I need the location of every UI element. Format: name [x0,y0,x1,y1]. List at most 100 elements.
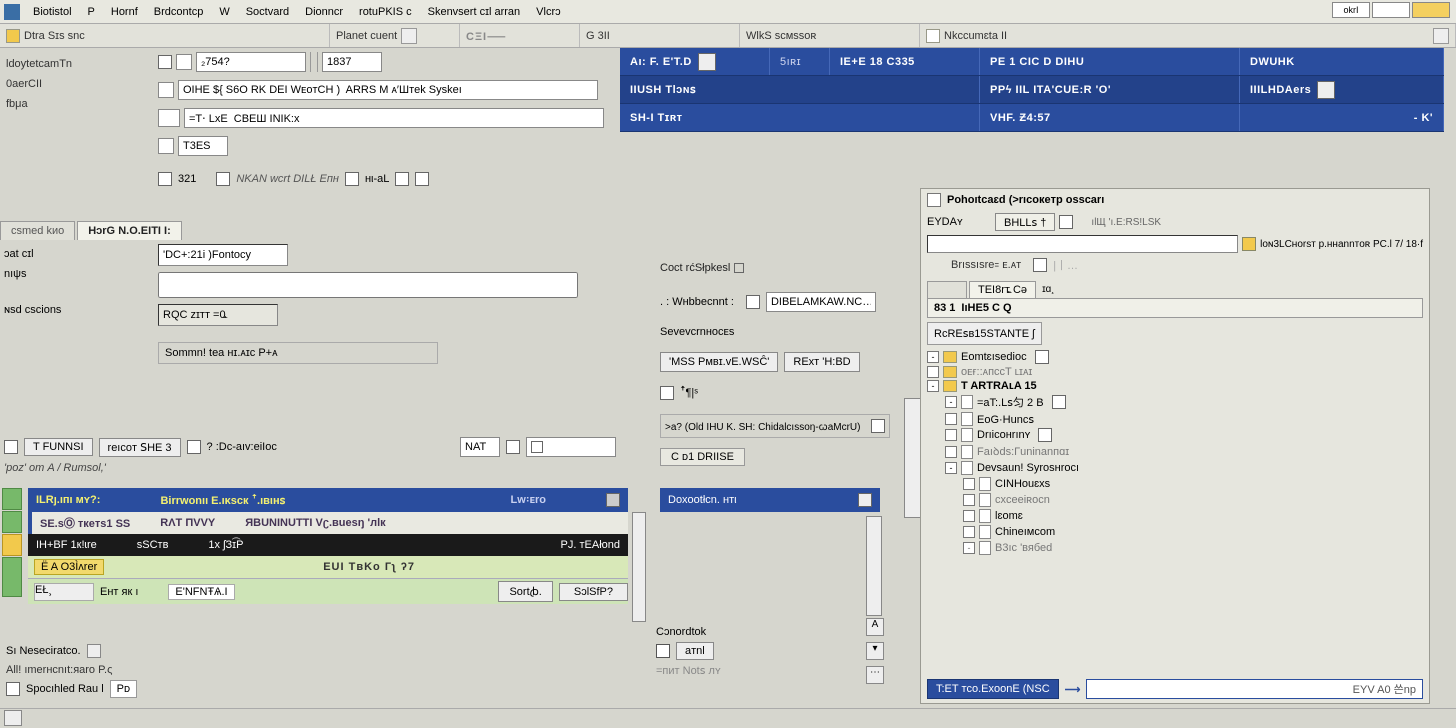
tree-node-extra-icon[interactable] [1035,350,1049,364]
form-icon-d[interactable] [158,109,180,127]
expander-icon[interactable] [963,478,975,490]
expander-icon[interactable] [945,429,957,441]
mini-button-2[interactable] [1372,2,1410,18]
ll-icon-2[interactable] [187,440,201,454]
btn-rext[interactable]: RExт 'H:ВD [784,352,859,372]
rail-yellow-1[interactable] [2,534,22,556]
expander-icon[interactable]: - [945,396,957,408]
expander-icon[interactable] [927,366,939,378]
tree-node-8[interactable]: CINHouɛxs [927,476,1423,492]
folder-icon-2[interactable] [1242,237,1256,251]
expander-icon[interactable]: - [963,542,975,554]
tree-node-extra-icon[interactable] [1038,428,1052,442]
menu-item-9[interactable]: Vlcrɔ [529,4,567,20]
expander-icon[interactable] [963,510,975,522]
field-4[interactable] [184,108,604,128]
ll-icon-1[interactable] [4,440,18,454]
solsfp-button[interactable]: SɔlSfP? [559,583,628,601]
dropdown-cost[interactable]: Cᴏᴄt rćSłрkesl [660,258,744,278]
tab-chemed[interactable]: csmed kиo [0,221,75,240]
ll-icon-3[interactable] [506,440,520,454]
field-5[interactable] [178,136,228,156]
rail-green-3[interactable] [2,557,22,597]
font-icon[interactable]: A [866,618,884,636]
expander-icon[interactable]: - [945,462,957,474]
rp-search-box[interactable] [927,235,1238,253]
path-browse-icon[interactable] [871,419,885,433]
menu-item-7[interactable]: rotuPKIS ᴄ [352,4,419,20]
rail-green-1[interactable] [2,488,22,510]
expander-icon[interactable] [963,526,975,538]
status-pg[interactable]: Pᴅ [110,680,137,698]
hdr-r1-icon[interactable] [698,53,716,71]
lt-icon-2[interactable] [216,172,230,186]
folder-icon[interactable] [6,29,20,43]
field-2[interactable] [322,52,382,72]
field-1[interactable] [196,52,306,72]
tree-node-0[interactable]: -Eomtɛısedioc [927,349,1423,365]
tree-node-1[interactable]: ᴏᴇғ::ᴀпссT ʟɪᴀɪ [927,365,1423,379]
gt-a-box[interactable]: ЕŁ¸ [34,583,94,601]
pin-icon[interactable] [858,493,872,507]
ll-pill-1[interactable]: T FUNNSI [24,438,93,456]
rp-tab-blank[interactable] [927,281,967,298]
expander-icon[interactable]: - [927,351,939,363]
tab-1[interactable]: HɔrG N.O.EITI I: [77,221,182,240]
rp-tab-main[interactable]: TEI8rᴛ꜡ Cǝ [969,281,1036,298]
tree-node-3[interactable]: -=aT:.Lꜱ匀 2 B [927,393,1423,411]
cb-btn[interactable]: aтnl [676,642,714,660]
tree-node-10[interactable]: lɛomɛ [927,508,1423,524]
tree-node-12[interactable]: -B3ıc 'вябеd [927,540,1423,556]
menu-item-3[interactable]: Brdcontcp [147,4,211,20]
menu-item-1[interactable]: P [81,4,102,20]
tree-node-11[interactable]: Chineıмᴄom [927,524,1423,540]
toolbar-btn-a[interactable] [401,28,417,44]
small-icon-w[interactable] [746,295,760,309]
expander-icon[interactable]: - [927,380,939,392]
empty-long-input[interactable] [158,272,578,298]
rail-green-2[interactable] [2,511,22,533]
tree-node-5[interactable]: Drıicoнrınʏ [927,427,1423,443]
status-icon[interactable] [6,682,20,696]
grid-yellow-row[interactable]: Ë A O3Ìʌrer EUІ TвKо Гʅ ʔ7 [28,556,628,578]
rp-bottom-input[interactable]: EYV A0 쓴np [1086,679,1423,699]
menu-item-0[interactable]: Biotistol [26,4,79,20]
w-input[interactable] [766,292,876,312]
menu-item-6[interactable]: Dionncr [298,4,350,20]
form-icon-b[interactable] [176,54,192,70]
lt-icon-5[interactable] [415,172,429,186]
menu-item-5[interactable]: Soctvard [239,4,296,20]
gy-chip[interactable]: Ë A O3Ìʌrer [34,559,104,575]
rp-btn-eb[interactable]: BHLLꜱ † [995,213,1055,231]
lt-icon-3[interactable] [345,172,359,186]
grid-dark-row[interactable]: IH+BF 1к!ɩre sSCᴛʙ 1x ʃЗɪ͡Р PJ. ᴛEAłond [28,534,628,556]
tree-node-extra-icon[interactable] [1052,395,1066,409]
ll-pill-2[interactable]: reıᴄᴏᴛ ꓢHE 3 [99,438,181,457]
tree-node-4[interactable]: EoG·Huncꜱ [927,411,1423,427]
mini-button-3[interactable] [1412,2,1450,18]
close-icon[interactable] [1033,258,1047,272]
grid-hdr-btn[interactable] [606,493,620,507]
gt-c-box[interactable]: E'NFNŦѦ.I [168,584,234,600]
tree-node-6[interactable]: Faıꝺds:Гuninanпɑɪ [927,443,1423,460]
mini-button[interactable]: okrI [1332,2,1370,18]
rp-rope-label[interactable]: RᴄREꜱʙ15STANTE ʃ [927,322,1042,345]
grid-sub-row[interactable]: SE.sⓄ ᴛкeтs1 SS RΛT ПVVY ЯBUNINUTTI Vʗ.в… [28,512,628,534]
expander-icon[interactable] [963,494,975,506]
field-3[interactable] [178,80,598,100]
hdr-r2-btn[interactable] [1317,81,1335,99]
expander-icon[interactable] [945,446,957,458]
menu-item-2[interactable]: Hornf [104,4,145,20]
tool-icon[interactable]: ▾ [866,642,884,660]
cp-button[interactable]: C ᴅ1 DRIISE [660,448,745,466]
tiny-toolbar-icon[interactable] [660,386,674,400]
ll-dropdown-grey[interactable]: NAT [460,437,500,457]
form-icon-a[interactable] [158,55,172,69]
tree-node-2[interactable]: -T ARTRAʟA 15 [927,379,1423,393]
menu-item-4[interactable]: W [212,4,236,20]
tool-icon-2[interactable]: ⋯ [866,666,884,684]
ll-dropdown-wide[interactable] [526,437,616,457]
shade-input[interactable]: RQC zɪтᴛ =0꜡ [158,304,278,326]
rp-bottom-selected[interactable]: T:ET тco.ExoonE (NSC [927,679,1059,699]
secondary-scrollbar[interactable] [866,516,882,616]
